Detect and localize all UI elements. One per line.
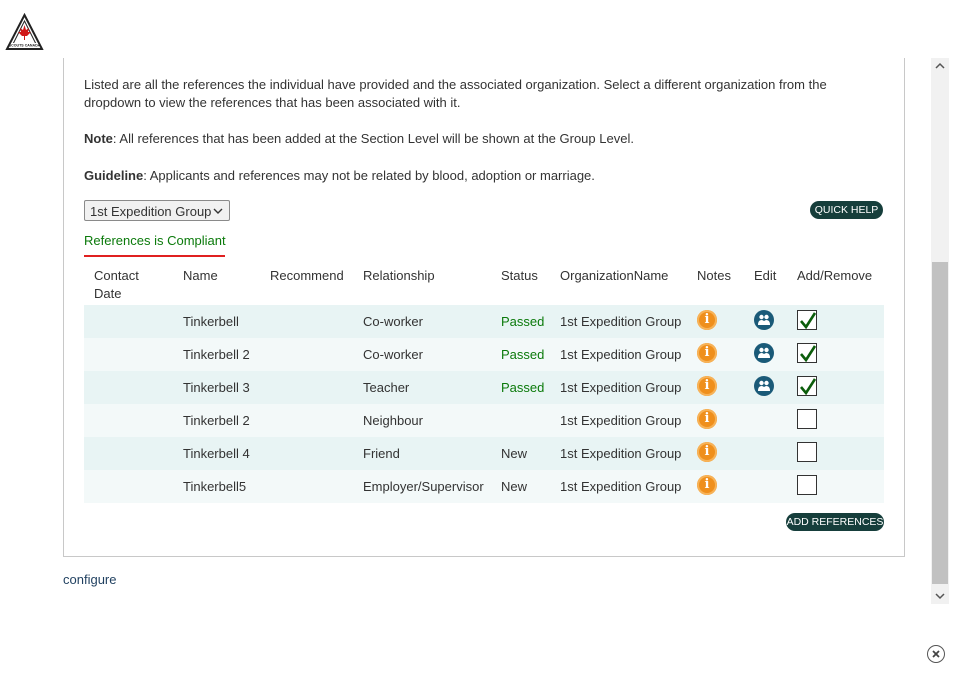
compliance-status: References is Compliant xyxy=(84,233,226,248)
cell-status: New xyxy=(501,446,528,461)
people-icon[interactable] xyxy=(754,343,774,363)
note-label: Note xyxy=(84,131,113,146)
info-icon[interactable]: i xyxy=(697,343,717,363)
cell-relationship: Co-worker xyxy=(363,347,423,362)
intro-paragraph: Listed are all the references the indivi… xyxy=(84,77,827,110)
people-icon[interactable] xyxy=(754,376,774,396)
header-relationship: Relationship xyxy=(363,268,435,283)
cell-status: Passed xyxy=(501,314,545,329)
add-remove-checkbox[interactable] xyxy=(797,343,817,363)
cell-organization: 1st Expedition Group xyxy=(560,413,682,428)
table-row: Tinkerbell Co-worker Passed 1st Expedition … xyxy=(84,305,884,338)
header-notes: Notes xyxy=(697,268,731,283)
scroll-down-icon[interactable] xyxy=(931,588,949,604)
close-icon[interactable] xyxy=(927,645,945,663)
table-row: Tinkerbell 4 Friend New 1st Expedition Grou… xyxy=(84,437,884,470)
svg-text:SCOUTS CANADA: SCOUTS CANADA xyxy=(9,44,41,48)
guideline-paragraph: Guideline: Applicants and references may… xyxy=(84,167,884,185)
cell-relationship: Friend xyxy=(363,446,400,461)
header-contact-date: Contact Date xyxy=(94,268,139,301)
cell-relationship: Teacher xyxy=(363,380,410,395)
header-edit: Edit xyxy=(754,268,777,283)
add-references-button[interactable]: ADD REFERENCES xyxy=(786,513,884,531)
cell-organization: 1st Expedition Group xyxy=(560,446,682,461)
table-row: Tinkerbell5 Employer/Supervisor New 1st Exp… xyxy=(84,470,884,503)
cell-status: Passed xyxy=(501,347,545,362)
cell-relationship: Employer/Supervisor xyxy=(363,479,484,494)
compliance-underline xyxy=(84,255,225,257)
cell-name: Tinkerbell xyxy=(183,314,239,329)
cell-organization: 1st Expedition Group xyxy=(560,314,682,329)
guideline-text: : Applicants and references may not be r… xyxy=(143,168,595,183)
info-icon[interactable]: i xyxy=(697,409,717,429)
cell-status: New xyxy=(501,479,528,494)
quick-help-button[interactable]: QUICK HELP xyxy=(810,201,883,219)
header-organization: OrganizationName xyxy=(560,268,669,283)
organization-dropdown-value: 1st Expedition Group xyxy=(90,204,212,219)
cell-organization: 1st Expedition Group xyxy=(560,380,682,395)
cell-name: Tinkerbell 4 xyxy=(183,446,250,461)
configure-link[interactable]: configure xyxy=(63,572,116,587)
table-row: Tinkerbell 3 Teacher Passed 1st Expedition … xyxy=(84,371,884,404)
info-icon[interactable]: i xyxy=(697,475,717,495)
note-text: : All references that has been added at … xyxy=(112,131,634,146)
organization-dropdown[interactable]: 1st Expedition Group xyxy=(84,200,230,221)
add-remove-checkbox[interactable] xyxy=(797,409,817,429)
cell-organization: 1st Expedition Group xyxy=(560,479,682,494)
table-row: Tinkerbell 2 Co-worker Passed 1st Expeditio… xyxy=(84,338,884,371)
header-status: Status xyxy=(501,268,538,283)
scouts-canada-logo: SCOUTS CANADA xyxy=(5,12,44,52)
cell-organization: 1st Expedition Group xyxy=(560,347,682,362)
table-header: Contact Date Name Recommend Relationship… xyxy=(84,265,884,305)
header-recommend: Recommend xyxy=(270,268,344,283)
cell-relationship: Neighbour xyxy=(363,413,423,428)
header-name: Name xyxy=(183,268,218,283)
scroll-thumb[interactable] xyxy=(932,262,948,584)
cell-relationship: Co-worker xyxy=(363,314,423,329)
guideline-label: Guideline xyxy=(84,168,144,183)
header-add-remove: Add/Remove xyxy=(797,268,873,283)
cell-status: Passed xyxy=(501,380,545,395)
scrollbar[interactable] xyxy=(931,58,949,604)
cell-name: Tinkerbell 3 xyxy=(183,380,250,395)
info-icon[interactable]: i xyxy=(697,310,717,330)
note-paragraph: Note: All references that has been added… xyxy=(84,130,884,148)
people-icon[interactable] xyxy=(754,310,774,330)
scroll-up-icon[interactable] xyxy=(931,58,949,74)
references-panel: Listed are all the references the indivi… xyxy=(63,58,905,557)
table-row: Tinkerbell 2 Neighbour 1st Expedition Grou… xyxy=(84,404,884,437)
cell-name: Tinkerbell5 xyxy=(183,479,247,494)
info-icon[interactable]: i xyxy=(697,376,717,396)
add-remove-checkbox[interactable] xyxy=(797,475,817,495)
cell-name: Tinkerbell 2 xyxy=(183,413,250,428)
info-icon[interactable]: i xyxy=(697,442,717,462)
add-remove-checkbox[interactable] xyxy=(797,310,817,330)
add-remove-checkbox[interactable] xyxy=(797,376,817,396)
add-remove-checkbox[interactable] xyxy=(797,442,817,462)
cell-name: Tinkerbell 2 xyxy=(183,347,250,362)
chevron-down-icon xyxy=(213,201,223,230)
